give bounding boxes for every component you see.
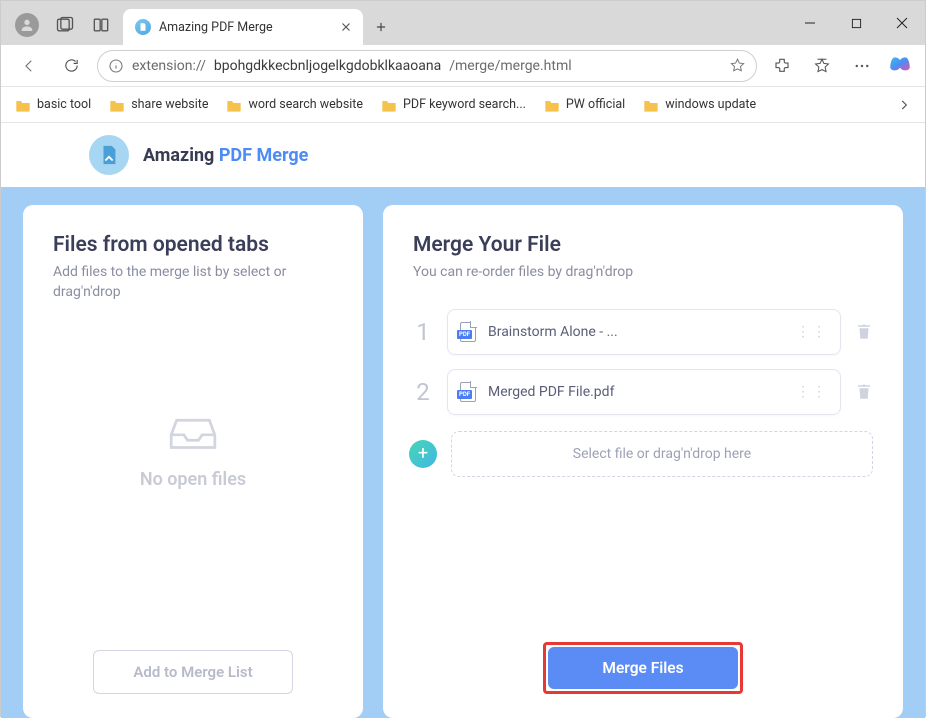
- bookmarks-overflow-button[interactable]: [897, 98, 911, 112]
- close-tab-icon[interactable]: [339, 20, 353, 34]
- inbox-icon: [165, 413, 221, 453]
- panels-container: Files from opened tabs Add files to the …: [1, 187, 925, 718]
- brand-header: Amazing PDF Merge: [1, 123, 925, 187]
- folder-icon: [544, 98, 560, 112]
- close-window-button[interactable]: [879, 1, 925, 45]
- address-bar[interactable]: extension:// bpohgdkkecbnljogelkgdobklkaa…: [97, 50, 757, 82]
- page-content: Amazing PDF Merge Files from opened tabs…: [1, 123, 925, 718]
- delete-file-icon[interactable]: [855, 323, 873, 341]
- file-name: Brainstorm Alone - ...: [488, 324, 786, 340]
- workspaces-icon[interactable]: [55, 15, 75, 35]
- opened-tabs-title: Files from opened tabs: [53, 233, 333, 257]
- file-card[interactable]: PDF Brainstorm Alone - ... ⋮⋮: [447, 309, 841, 355]
- tab-title: Amazing PDF Merge: [159, 20, 331, 35]
- brand-title: Amazing PDF Merge: [143, 145, 308, 166]
- extensions-button[interactable]: [767, 57, 797, 75]
- bookmark-item[interactable]: windows update: [643, 97, 756, 112]
- new-tab-button[interactable]: [367, 13, 395, 41]
- file-number: 2: [413, 378, 433, 406]
- pdf-file-icon: PDF: [460, 382, 478, 402]
- site-info-icon[interactable]: [108, 58, 124, 74]
- opened-tabs-panel: Files from opened tabs Add files to the …: [23, 205, 363, 718]
- merge-panel: Merge Your File You can re-order files b…: [383, 205, 903, 718]
- file-card[interactable]: PDF Merged PDF File.pdf ⋮⋮: [447, 369, 841, 415]
- window-titlebar: Amazing PDF Merge: [1, 1, 925, 45]
- favorites-button[interactable]: [807, 57, 837, 75]
- profile-icon[interactable]: [15, 13, 39, 37]
- merge-button-highlight: Merge Files: [543, 642, 743, 694]
- bookmark-item[interactable]: PW official: [544, 97, 625, 112]
- empty-state-text: No open files: [140, 469, 246, 490]
- bookmark-item[interactable]: share website: [109, 97, 208, 112]
- delete-file-icon[interactable]: [855, 383, 873, 401]
- file-row: 1 PDF Brainstorm Alone - ... ⋮⋮: [413, 309, 873, 355]
- merge-panel-title: Merge Your File: [413, 233, 873, 257]
- file-row: 2 PDF Merged PDF File.pdf ⋮⋮: [413, 369, 873, 415]
- file-number: 1: [413, 318, 433, 346]
- refresh-button[interactable]: [55, 50, 87, 82]
- file-name: Merged PDF File.pdf: [488, 384, 786, 400]
- window-controls: [787, 1, 925, 45]
- minimize-button[interactable]: [787, 1, 833, 45]
- url-host: bpohgdkkecbnljogelkgdobklkaaoana: [214, 58, 441, 74]
- merge-file-list: 1 PDF Brainstorm Alone - ... ⋮⋮ 2 PDF Me…: [413, 309, 873, 477]
- url-suffix: /merge/merge.html: [449, 58, 571, 74]
- tab-favicon-icon: [135, 19, 151, 35]
- pdf-file-icon: PDF: [460, 322, 478, 342]
- titlebar-left: [1, 13, 123, 45]
- bookmark-item[interactable]: word search website: [226, 97, 363, 112]
- back-button[interactable]: [13, 50, 45, 82]
- drag-handle-icon[interactable]: ⋮⋮: [796, 384, 828, 400]
- favorite-star-icon[interactable]: [729, 57, 746, 74]
- folder-icon: [15, 98, 31, 112]
- dropzone-row: + Select file or drag'n'drop here: [413, 431, 873, 477]
- copilot-icon[interactable]: [887, 53, 913, 79]
- folder-icon: [226, 98, 242, 112]
- empty-state: No open files: [53, 272, 333, 630]
- url-prefix: extension://: [132, 58, 206, 74]
- bookmarks-bar: basic tool share website word search web…: [1, 87, 925, 123]
- bookmark-item[interactable]: PDF keyword search...: [381, 97, 526, 112]
- merge-panel-subtitle: You can re-order files by drag'n'drop: [413, 263, 873, 283]
- tab-actions-icon[interactable]: [91, 15, 111, 35]
- add-file-button[interactable]: +: [409, 440, 437, 468]
- file-dropzone[interactable]: Select file or drag'n'drop here: [451, 431, 873, 477]
- folder-icon: [381, 98, 397, 112]
- merge-files-button[interactable]: Merge Files: [548, 647, 738, 689]
- folder-icon: [109, 98, 125, 112]
- bookmark-item[interactable]: basic tool: [15, 97, 91, 112]
- folder-icon: [643, 98, 659, 112]
- brand-logo-icon: [89, 135, 129, 175]
- add-to-merge-list-button[interactable]: Add to Merge List: [93, 650, 293, 694]
- browser-toolbar: extension:// bpohgdkkecbnljogelkgdobklkaa…: [1, 45, 925, 87]
- more-menu-button[interactable]: [847, 57, 877, 75]
- maximize-button[interactable]: [833, 1, 879, 45]
- browser-tab[interactable]: Amazing PDF Merge: [123, 9, 363, 45]
- drag-handle-icon[interactable]: ⋮⋮: [796, 324, 828, 340]
